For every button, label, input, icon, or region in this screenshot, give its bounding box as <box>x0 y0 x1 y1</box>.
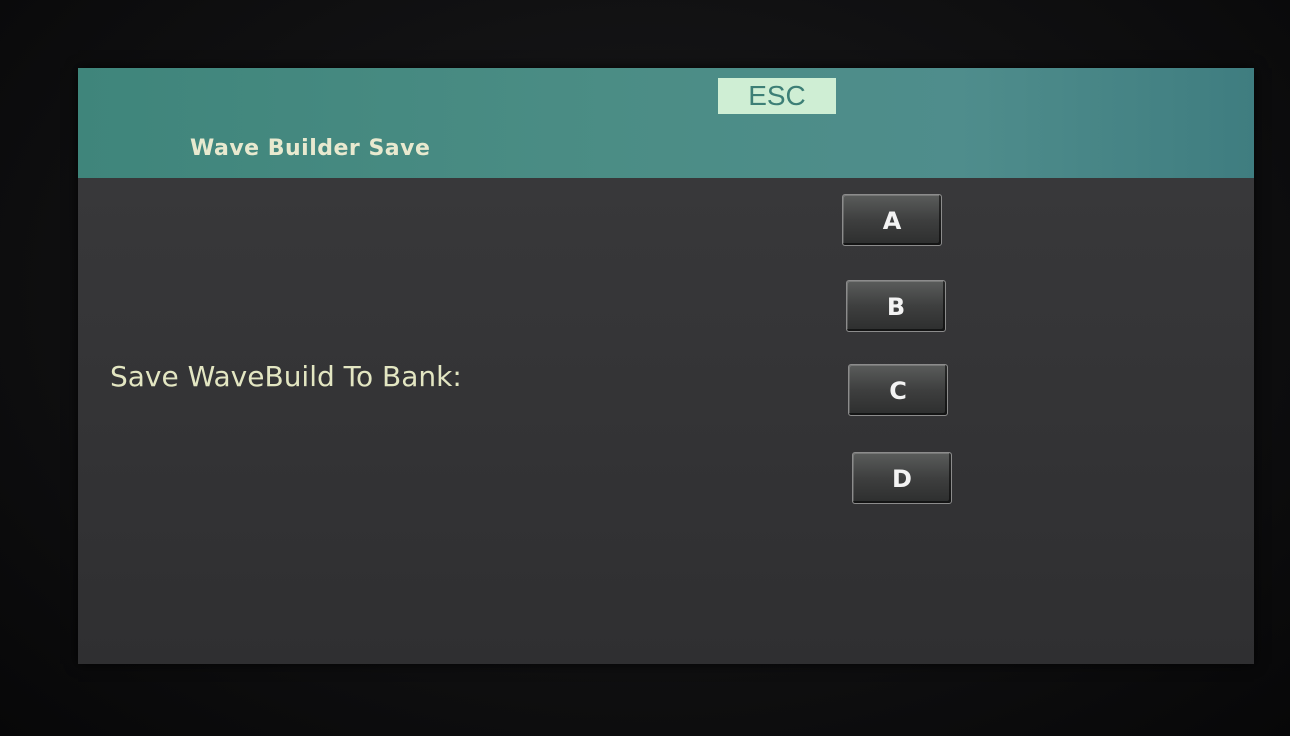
bank-a-button[interactable]: A <box>842 194 942 246</box>
save-prompt-label: Save WaveBuild To Bank: <box>110 360 462 393</box>
esc-button[interactable]: ESC <box>718 78 836 114</box>
header-bar: ESC Wave Builder Save <box>78 68 1254 178</box>
page-title: Wave Builder Save <box>190 136 431 161</box>
bank-b-button[interactable]: B <box>846 280 946 332</box>
screen: ESC Wave Builder Save Save WaveBuild To … <box>78 68 1254 664</box>
bank-c-button[interactable]: C <box>848 364 948 416</box>
bank-d-button[interactable]: D <box>852 452 952 504</box>
device-bezel: ESC Wave Builder Save Save WaveBuild To … <box>0 0 1290 736</box>
